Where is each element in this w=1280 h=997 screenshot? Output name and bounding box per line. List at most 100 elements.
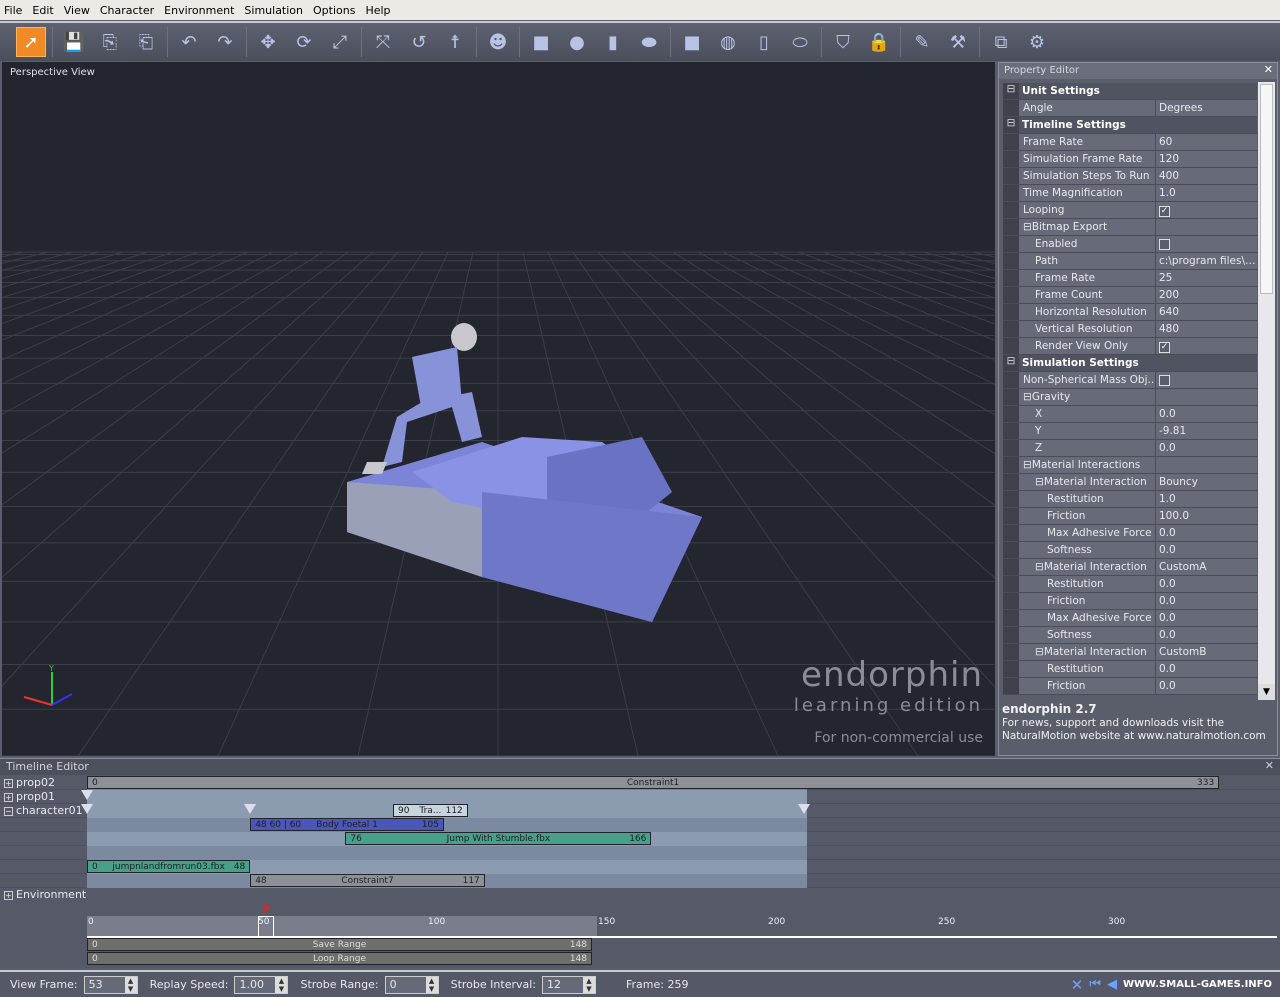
spinner-arrows-icon[interactable]: ▲ ▼ [275,976,288,993]
property-row[interactable]: Z 0.0 [1003,440,1257,457]
move-icon[interactable]: ✥ [253,27,283,57]
property-value[interactable]: 0.0 [1155,627,1257,643]
ik-rotate-icon[interactable]: ↺ [404,27,434,57]
property-value[interactable]: 0.0 [1155,542,1257,558]
rewind-icon[interactable]: ⏮ [1089,977,1101,992]
save-range-bar[interactable]: 0 Save Range 148 [87,938,592,951]
lock-icon[interactable]: 🔒 [864,27,894,57]
property-value[interactable]: c:\program files\e... [1155,253,1257,269]
paint-brush-icon[interactable]: ✎ [907,27,937,57]
select-arrow-icon[interactable]: ➚ [16,27,46,57]
checkbox[interactable]: ✓ [1159,342,1170,353]
capsule-prop-icon[interactable]: ⬭ [785,27,815,57]
timeline-clip[interactable]: 90 Tra... 112 [393,804,468,817]
keyframe-marker[interactable] [798,804,811,814]
property-row[interactable]: Frame Count 200 [1003,287,1257,304]
expand-icon[interactable]: + [4,891,13,900]
property-value[interactable] [1155,389,1257,405]
property-value[interactable]: CustomB [1155,644,1257,660]
property-row[interactable]: Softness 0.0 [1003,542,1257,559]
sphere-icon[interactable]: ● [562,27,592,57]
keyframe-marker[interactable] [81,804,93,814]
property-value[interactable]: 25 [1155,270,1257,286]
property-value[interactable]: 120 [1155,151,1257,167]
capsule-icon[interactable]: ⬬ [634,27,664,57]
track-prop02[interactable]: + prop02 [4,776,55,790]
property-row[interactable]: Max Adhesive Force 0.0 [1003,610,1257,627]
property-section[interactable]: ⊟ Timeline Settings [1003,117,1257,134]
property-value[interactable]: 0.0 [1155,678,1257,694]
box-icon[interactable]: ■ [526,27,556,57]
redo-icon[interactable]: ↷ [210,27,240,57]
checkbox[interactable] [1159,375,1170,386]
save-icon[interactable]: 💾 [59,27,89,57]
scroll-thumb[interactable] [1260,84,1273,294]
checkbox[interactable] [1159,239,1170,250]
menu-environment[interactable]: Environment [164,4,234,17]
resize-view-icon[interactable]: ⧉ [986,27,1016,57]
replay-speed-spinner[interactable]: 1.00 ▲ ▼ [234,975,289,994]
property-row[interactable]: Friction 0.0 [1003,593,1257,610]
strobe-range-value[interactable]: 0 [386,978,426,991]
property-section[interactable]: ⊟ Simulation Settings [1003,355,1257,372]
undo-icon[interactable]: ↶ [174,27,204,57]
property-value[interactable]: CustomA [1155,559,1257,575]
property-row[interactable]: ⊟Material Interaction CustomB [1003,644,1257,661]
property-value[interactable]: 0.0 [1155,406,1257,422]
menu-character[interactable]: Character [100,4,154,17]
cylinder-prop-icon[interactable]: ▯ [749,27,779,57]
track-prop01[interactable]: + prop01 [4,790,55,804]
cube-prop-icon[interactable]: ■ [677,27,707,57]
property-row[interactable]: Softness 0.0 [1003,627,1257,644]
head-icon[interactable]: ☻ [483,27,513,57]
ik-move-icon[interactable]: ⤧ [368,27,398,57]
property-value[interactable]: 1.0 [1155,185,1257,201]
globe-prop-icon[interactable]: ◍ [713,27,743,57]
property-row[interactable]: Render View Only ✓ [1003,338,1257,355]
property-scrollbar[interactable]: ▼ [1258,82,1275,700]
property-row[interactable]: Path c:\program files\e... [1003,253,1257,270]
property-value[interactable]: 0.0 [1155,661,1257,677]
property-row[interactable]: Simulation Steps To Run 400 [1003,168,1257,185]
property-row[interactable]: X 0.0 [1003,406,1257,423]
step-back-icon[interactable]: ◀ [1107,977,1117,992]
property-row[interactable]: Time Magnification 1.0 [1003,185,1257,202]
property-value[interactable]: 480 [1155,321,1257,337]
property-value[interactable] [1155,372,1257,388]
timeline-ruler[interactable]: 0 50 100 150 200 250 300 0 Save Range 148 0 Loop Ra… [0,900,1280,968]
property-row[interactable]: Frame Rate 60 [1003,134,1257,151]
scroll-down-icon[interactable]: ▼ [1258,684,1275,700]
collapse-icon[interactable]: ⊟ [1003,355,1019,371]
strobe-range-spinner[interactable]: 0 ▲ ▼ [384,975,439,994]
timeline-clip[interactable]: 48 Constraint7 117 [250,874,485,887]
property-value[interactable]: ✓ [1155,202,1257,218]
perspective-viewport[interactable]: Perspective View Y endorphin learning ed… [2,62,995,756]
property-row[interactable]: Friction 0.0 [1003,678,1257,695]
stop-icon[interactable]: ✕ [1071,976,1084,994]
character-pose-icon[interactable]: ☨ [440,27,470,57]
property-row[interactable]: Friction 100.0 [1003,508,1257,525]
property-row[interactable]: Frame Rate 25 [1003,270,1257,287]
property-value[interactable]: -9.81 [1155,423,1257,439]
property-row[interactable]: Vertical Resolution 480 [1003,321,1257,338]
export-icon[interactable]: ⎗ [131,27,161,57]
collapse-icon[interactable]: ⊟ [1023,391,1032,403]
menu-view[interactable]: View [64,4,90,17]
property-value[interactable]: 1.0 [1155,491,1257,507]
property-value[interactable]: 640 [1155,304,1257,320]
view-frame-spinner[interactable]: 53 ▲ ▼ [83,975,138,994]
expand-icon[interactable]: + [4,793,13,802]
property-value[interactable]: 200 [1155,287,1257,303]
keyframe-marker[interactable] [244,804,257,814]
collapse-icon[interactable]: ⊟ [1035,646,1044,658]
collapse-icon[interactable]: − [4,807,13,816]
cylinder-icon[interactable]: ▮ [598,27,628,57]
keyframe-marker[interactable] [81,790,93,800]
property-row[interactable]: ⊟Bitmap Export [1003,219,1257,236]
settings-icon[interactable]: ⚙ [1022,27,1052,57]
property-row[interactable]: Y -9.81 [1003,423,1257,440]
property-row[interactable]: ⊟Material Interaction Bouncy [1003,474,1257,491]
axe-icon[interactable]: ⚒ [943,27,973,57]
collapse-icon[interactable]: ⊟ [1035,476,1044,488]
property-value[interactable]: 0.0 [1155,593,1257,609]
